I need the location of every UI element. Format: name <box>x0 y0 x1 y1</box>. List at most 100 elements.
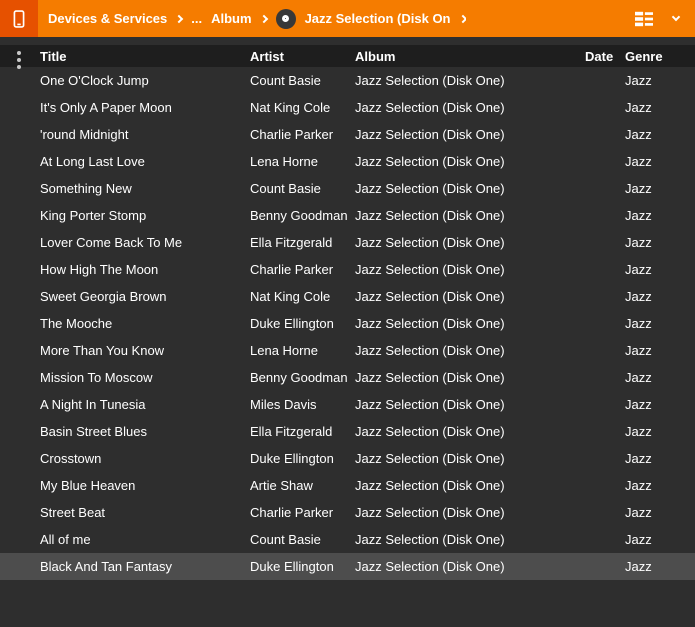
table-row[interactable]: Lover Come Back To Me Ella Fitzgerald Ja… <box>0 229 695 256</box>
cell-artist: Nat King Cole <box>250 289 355 304</box>
cell-genre: Jazz <box>625 370 695 385</box>
table-row[interactable]: Crosstown Duke Ellington Jazz Selection … <box>0 445 695 472</box>
cell-album: Jazz Selection (Disk One) <box>355 100 585 115</box>
column-header-date[interactable]: Date <box>585 49 625 64</box>
cell-artist: Charlie Parker <box>250 127 355 142</box>
cell-genre: Jazz <box>625 262 695 277</box>
cell-album: Jazz Selection (Disk One) <box>355 316 585 331</box>
cell-title: A Night In Tunesia <box>40 397 250 412</box>
table-row[interactable]: At Long Last Love Lena Horne Jazz Select… <box>0 148 695 175</box>
cell-title: My Blue Heaven <box>40 478 250 493</box>
cell-genre: Jazz <box>625 181 695 196</box>
cell-genre: Jazz <box>625 532 695 547</box>
table-row[interactable]: Street Beat Charlie Parker Jazz Selectio… <box>0 499 695 526</box>
cell-album: Jazz Selection (Disk One) <box>355 262 585 277</box>
table-row[interactable]: Something New Count Basie Jazz Selection… <box>0 175 695 202</box>
table-row[interactable]: All of me Count Basie Jazz Selection (Di… <box>0 526 695 553</box>
breadcrumb-root[interactable]: Devices & Services <box>48 11 167 26</box>
cell-artist: Ella Fitzgerald <box>250 424 355 439</box>
cell-title: How High The Moon <box>40 262 250 277</box>
track-list: One O'Clock Jump Count Basie Jazz Select… <box>0 67 695 580</box>
table-row[interactable]: It's Only A Paper Moon Nat King Cole Jaz… <box>0 94 695 121</box>
cell-album: Jazz Selection (Disk One) <box>355 154 585 169</box>
chevron-right-icon <box>458 14 465 22</box>
cell-album: Jazz Selection (Disk One) <box>355 235 585 250</box>
cell-artist: Miles Davis <box>250 397 355 412</box>
cell-title: The Mooche <box>40 316 250 331</box>
cell-album: Jazz Selection (Disk One) <box>355 559 585 574</box>
queue-icon <box>633 10 655 28</box>
chevron-right-icon <box>175 14 183 22</box>
cell-album: Jazz Selection (Disk One) <box>355 208 585 223</box>
cell-genre: Jazz <box>625 235 695 250</box>
cell-title: One O'Clock Jump <box>40 73 250 88</box>
cell-title: Sweet Georgia Brown <box>40 289 250 304</box>
cell-album: Jazz Selection (Disk One) <box>355 451 585 466</box>
cell-genre: Jazz <box>625 478 695 493</box>
chevron-down-icon[interactable] <box>672 12 680 20</box>
cell-artist: Count Basie <box>250 532 355 547</box>
cell-artist: Lena Horne <box>250 343 355 358</box>
table-row[interactable]: Sweet Georgia Brown Nat King Cole Jazz S… <box>0 283 695 310</box>
column-header-album[interactable]: Album <box>355 49 585 64</box>
cell-genre: Jazz <box>625 289 695 304</box>
cell-artist: Nat King Cole <box>250 100 355 115</box>
cell-genre: Jazz <box>625 505 695 520</box>
cell-album: Jazz Selection (Disk One) <box>355 505 585 520</box>
cell-title: It's Only A Paper Moon <box>40 100 250 115</box>
table-row[interactable]: My Blue Heaven Artie Shaw Jazz Selection… <box>0 472 695 499</box>
table-row[interactable]: How High The Moon Charlie Parker Jazz Se… <box>0 256 695 283</box>
cell-artist: Count Basie <box>250 73 355 88</box>
cell-artist: Artie Shaw <box>250 478 355 493</box>
cell-album: Jazz Selection (Disk One) <box>355 370 585 385</box>
breadcrumb-parent-album[interactable]: Album <box>211 11 251 26</box>
cell-artist: Charlie Parker <box>250 262 355 277</box>
table-row[interactable]: King Porter Stomp Benny Goodman Jazz Sel… <box>0 202 695 229</box>
cell-title: All of me <box>40 532 250 547</box>
cell-genre: Jazz <box>625 208 695 223</box>
cell-genre: Jazz <box>625 154 695 169</box>
cell-artist: Duke Ellington <box>250 451 355 466</box>
table-row[interactable]: A Night In Tunesia Miles Davis Jazz Sele… <box>0 391 695 418</box>
cell-artist: Charlie Parker <box>250 505 355 520</box>
track-table: Title Artist Album Date Genre One O'Cloc… <box>0 45 695 580</box>
topbar-actions <box>633 0 695 37</box>
cell-title: Black And Tan Fantasy <box>40 559 250 574</box>
cell-genre: Jazz <box>625 127 695 142</box>
table-row[interactable]: 'round Midnight Charlie Parker Jazz Sele… <box>0 121 695 148</box>
cell-title: Street Beat <box>40 505 250 520</box>
column-header-artist[interactable]: Artist <box>250 49 355 64</box>
cell-artist: Benny Goodman <box>250 208 355 223</box>
cell-title: Mission To Moscow <box>40 370 250 385</box>
breadcrumb-current[interactable]: Jazz Selection (Disk On <box>305 11 451 26</box>
chevron-right-icon <box>259 14 267 22</box>
device-button[interactable] <box>0 0 38 37</box>
table-row[interactable]: One O'Clock Jump Count Basie Jazz Select… <box>0 67 695 94</box>
cell-artist: Benny Goodman <box>250 370 355 385</box>
cell-artist: Duke Ellington <box>250 559 355 574</box>
cell-genre: Jazz <box>625 424 695 439</box>
table-row[interactable]: The Mooche Duke Ellington Jazz Selection… <box>0 310 695 337</box>
cell-artist: Count Basie <box>250 181 355 196</box>
breadcrumb-collapsed[interactable]: ... <box>191 11 202 26</box>
column-header-genre[interactable]: Genre <box>625 49 695 64</box>
cell-genre: Jazz <box>625 559 695 574</box>
cell-album: Jazz Selection (Disk One) <box>355 181 585 196</box>
queue-button[interactable] <box>633 10 655 28</box>
table-row[interactable]: Basin Street Blues Ella Fitzgerald Jazz … <box>0 418 695 445</box>
cell-title: Crosstown <box>40 451 250 466</box>
cell-title: 'round Midnight <box>40 127 250 142</box>
cell-title: Basin Street Blues <box>40 424 250 439</box>
table-row[interactable]: Black And Tan Fantasy Duke Ellington Jaz… <box>0 553 695 580</box>
cell-genre: Jazz <box>625 316 695 331</box>
kebab-menu-icon[interactable] <box>15 49 23 71</box>
column-header-title[interactable]: Title <box>40 49 250 64</box>
table-row[interactable]: Mission To Moscow Benny Goodman Jazz Sel… <box>0 364 695 391</box>
cell-title: King Porter Stomp <box>40 208 250 223</box>
cell-album: Jazz Selection (Disk One) <box>355 478 585 493</box>
cell-genre: Jazz <box>625 100 695 115</box>
album-disc-icon <box>276 9 296 29</box>
table-row[interactable]: More Than You Know Lena Horne Jazz Selec… <box>0 337 695 364</box>
cell-title: Something New <box>40 181 250 196</box>
topbar: Devices & Services ... Album Jazz Select… <box>0 0 695 37</box>
